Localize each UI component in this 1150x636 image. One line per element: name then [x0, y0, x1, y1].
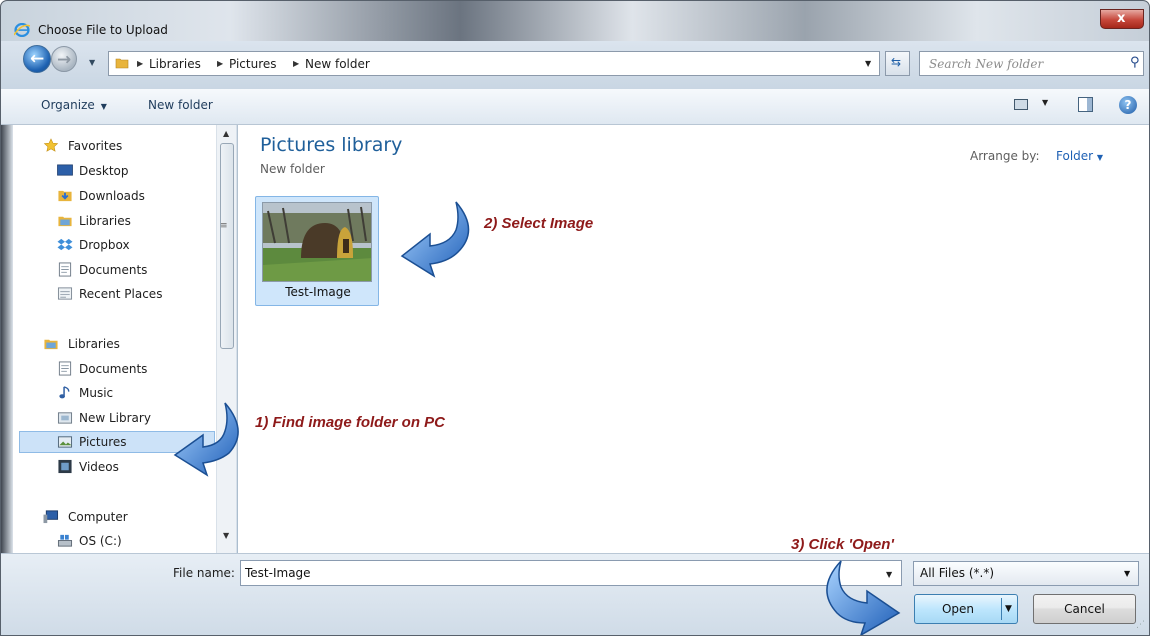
libraries-icon	[44, 339, 58, 350]
downloads-folder-icon	[58, 190, 72, 202]
chevron-down-icon: ▼	[100, 102, 107, 111]
title-bar[interactable]: Choose File to Upload x	[1, 1, 1149, 41]
organize-label: Organize	[41, 98, 95, 112]
annotation-step-1: 1) Find image folder on PC	[255, 414, 446, 431]
address-dropdown-icon[interactable]: ▼	[865, 59, 871, 68]
breadcrumb-separator-icon: ▶	[137, 59, 144, 68]
file-list-area[interactable]: Pictures library New folder Arrange by: …	[238, 125, 1149, 553]
chevron-down-icon: ▼	[1124, 569, 1131, 578]
dialog-footer: File name: Test-Image ▼ All Files (*.*) …	[1, 536, 1149, 635]
folder-icon	[115, 58, 129, 69]
organize-button[interactable]: Organize ▼	[41, 98, 107, 112]
file-tile[interactable]: Test-Image	[255, 196, 379, 306]
internet-explorer-icon	[14, 23, 30, 37]
breadcrumb-libraries[interactable]: Libraries	[149, 57, 201, 71]
blue-arrow-icon	[826, 560, 901, 635]
desktop-icon	[57, 164, 73, 176]
star-icon	[43, 138, 59, 152]
open-button[interactable]: Open ▼	[914, 594, 1018, 624]
pictures-icon	[57, 436, 73, 448]
file-dialog-window: Choose File to Upload x ← → ▼ ▶ Librarie…	[0, 0, 1150, 636]
file-type-value: All Files (*.*)	[920, 566, 995, 580]
blue-arrow-icon	[400, 201, 470, 278]
library-icon	[57, 412, 73, 424]
chevron-down-icon: ▼	[1096, 153, 1104, 162]
file-name-label: File name:	[173, 566, 235, 580]
search-box[interactable]: Search New folder ⚲	[919, 51, 1144, 76]
hard-drive-icon	[57, 534, 73, 547]
window-title: Choose File to Upload	[38, 23, 168, 37]
cancel-button[interactable]: Cancel	[1033, 594, 1136, 624]
file-name-input[interactable]: Test-Image	[240, 560, 902, 586]
close-icon: x	[1117, 11, 1126, 26]
file-type-select[interactable]: All Files (*.*) ▼	[913, 561, 1139, 586]
back-arrow-icon: ←	[30, 49, 45, 69]
view-options-dropdown[interactable]: ▼	[1042, 98, 1048, 107]
breadcrumb-new-folder[interactable]: New folder	[305, 57, 370, 71]
refresh-icon: ⇆	[891, 55, 902, 69]
close-button[interactable]: x	[1100, 9, 1144, 29]
libraries-icon	[58, 216, 72, 227]
change-view-icon[interactable]	[1014, 99, 1028, 110]
recent-places-icon	[57, 287, 73, 300]
arrange-by-value: Folder	[1056, 149, 1094, 163]
navigation-pane: Favorites Desktop Downloads Libraries Dr…	[1, 125, 237, 553]
breadcrumb-separator-icon: ▶	[293, 59, 300, 68]
scrollbar-thumb[interactable]	[220, 143, 234, 349]
file-name-label: Test-Image	[285, 285, 351, 299]
scroll-grip-icon: ≡	[220, 221, 228, 231]
music-note-icon	[59, 386, 70, 399]
blue-arrow-icon	[173, 402, 239, 477]
breadcrumb-separator-icon: ▶	[217, 59, 224, 68]
refresh-button[interactable]: ⇆	[885, 51, 910, 76]
arrange-by-dropdown[interactable]: Folder ▼	[1056, 149, 1103, 163]
cancel-button-label: Cancel	[1064, 602, 1105, 616]
search-input[interactable]: Search New folder	[929, 57, 1043, 71]
camping-pod-photo	[263, 203, 371, 281]
split-button-divider	[1001, 598, 1002, 620]
computer-icon	[43, 510, 59, 524]
annotation-step-3: 3) Click 'Open'	[791, 536, 894, 553]
library-subtitle: New folder	[260, 162, 325, 176]
address-bar[interactable]: ▶ Libraries ▶ Pictures ▶ New folder ▼	[108, 51, 880, 76]
arrange-by-label: Arrange by:	[970, 149, 1040, 163]
annotation-step-2: 2) Select Image	[484, 215, 594, 232]
preview-pane-icon[interactable]	[1078, 97, 1093, 112]
forward-button[interactable]: →	[51, 46, 77, 72]
document-icon	[58, 361, 72, 376]
navigation-bar: ← → ▼ ▶ Libraries ▶ Pictures ▶ New folde…	[1, 41, 1149, 89]
image-thumbnail	[262, 202, 372, 282]
scroll-down-icon[interactable]: ▼	[223, 531, 229, 540]
command-bar: Organize ▼ New folder ▼ ?	[1, 89, 1149, 125]
forward-arrow-icon: →	[57, 50, 72, 70]
open-options-dropdown-icon[interactable]: ▼	[1005, 604, 1012, 614]
scroll-up-icon[interactable]: ▲	[223, 129, 229, 138]
film-strip-icon	[58, 459, 72, 474]
dropbox-icon	[57, 238, 73, 251]
library-title: Pictures library	[260, 134, 403, 156]
resize-grip-icon[interactable]: ⋰	[1136, 620, 1145, 630]
back-button[interactable]: ←	[23, 45, 51, 73]
left-edge-shadow	[1, 125, 13, 553]
help-icon[interactable]: ?	[1119, 96, 1137, 114]
breadcrumb-pictures[interactable]: Pictures	[229, 57, 277, 71]
recent-pages-dropdown[interactable]: ▼	[89, 58, 95, 67]
document-icon	[58, 262, 72, 277]
open-button-label: Open	[941, 602, 975, 616]
new-folder-button[interactable]: New folder	[148, 98, 213, 112]
navigation-scrollbar[interactable]: ▲ ≡ ▼	[216, 125, 236, 553]
search-icon[interactable]: ⚲	[1130, 55, 1140, 70]
